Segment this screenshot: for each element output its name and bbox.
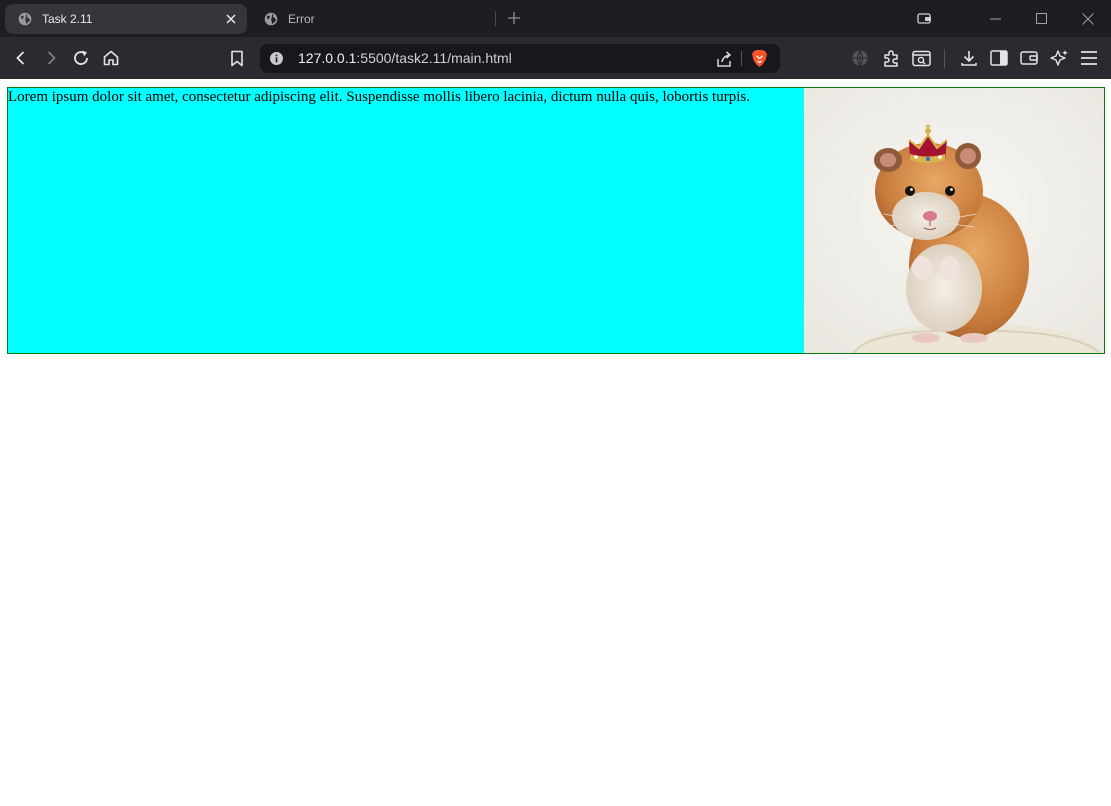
translate-icon[interactable]: [848, 46, 872, 70]
lorem-paragraph: Lorem ipsum dolor sit amet, consectetur …: [8, 88, 804, 353]
bookmark-button[interactable]: [225, 46, 249, 70]
url-path: :5500/task2.11/main.html: [356, 50, 512, 66]
address-bar-divider: [741, 51, 742, 66]
wallet-pin-icon[interactable]: [902, 0, 948, 37]
tab-error[interactable]: Error: [256, 4, 492, 34]
new-tab-button[interactable]: [505, 9, 523, 27]
hamster-crown-image: [804, 88, 1104, 353]
site-info-icon[interactable]: [269, 51, 284, 66]
tab-title: Task 2.11: [42, 12, 93, 26]
menu-icon[interactable]: [1077, 46, 1101, 70]
downloads-icon[interactable]: [957, 46, 981, 70]
tab-search-icon[interactable]: [909, 46, 933, 70]
tab-task-2-11[interactable]: Task 2.11: [5, 4, 247, 34]
back-button[interactable]: [9, 46, 33, 70]
tab-strip: Task 2.11 Error: [0, 0, 1111, 37]
reload-button[interactable]: [69, 46, 93, 70]
close-tab-icon[interactable]: [221, 9, 241, 29]
sidebar-icon[interactable]: [987, 46, 1011, 70]
globe-icon: [264, 12, 278, 26]
page-container: Lorem ipsum dolor sit amet, consectetur …: [7, 87, 1105, 354]
minimize-button[interactable]: [972, 0, 1018, 37]
url-host: 127.0.0.1: [298, 50, 357, 66]
tab-divider: [495, 11, 496, 26]
toolbar-divider: [944, 49, 945, 68]
address-bar[interactable]: 127.0.0.1:5500/task2.11/main.html: [260, 44, 780, 73]
extensions-icon[interactable]: [879, 46, 903, 70]
forward-button[interactable]: [39, 46, 63, 70]
leo-ai-icon[interactable]: [1047, 46, 1071, 70]
maximize-button[interactable]: [1018, 0, 1064, 37]
wallet-icon[interactable]: [1017, 46, 1041, 70]
url-text[interactable]: 127.0.0.1:5500/task2.11/main.html: [298, 44, 512, 73]
share-icon[interactable]: [715, 50, 733, 68]
tab-title: Error: [288, 12, 315, 26]
globe-icon: [18, 12, 32, 26]
brave-shields-icon[interactable]: [750, 49, 769, 68]
home-button[interactable]: [99, 46, 123, 70]
window-close-button[interactable]: [1065, 0, 1111, 37]
